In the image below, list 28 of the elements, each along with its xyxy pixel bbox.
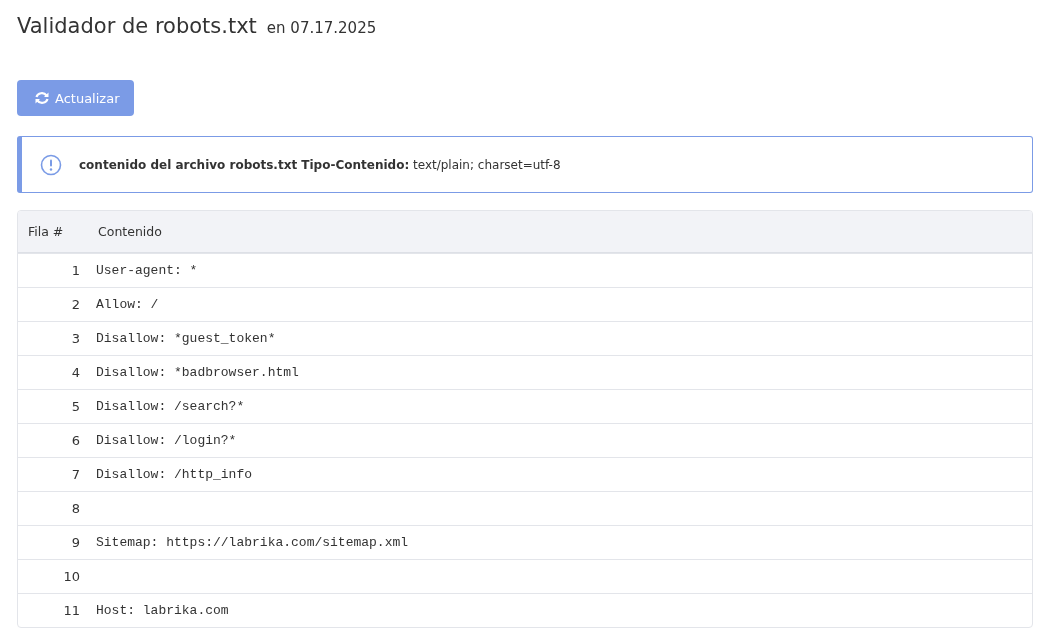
table-cell-text: Disallow: *badbrowser.html	[95, 365, 299, 380]
alert-text: contenido del archivo robots.txt Tipo-Contenido: text/plain; charset=utf-8	[79, 157, 561, 172]
refresh-button[interactable]: Actualizar	[17, 80, 135, 116]
line-number: 1	[70, 263, 81, 278]
column-header: Contenido	[98, 224, 162, 239]
line-number: 9	[70, 535, 81, 550]
column-header: Fila #	[27, 224, 65, 239]
table-cell-text: User-agent: *	[95, 263, 198, 278]
line-number: 10	[62, 569, 81, 584]
table-cell-text: Sitemap: https://labrika.com/sitemap.xml	[95, 535, 409, 550]
table-cell-text: Disallow: /search?*	[95, 399, 245, 414]
line-number: 3	[70, 331, 81, 346]
line-number: 2	[70, 297, 81, 312]
refresh-icon	[34, 91, 50, 105]
line-number: 11	[62, 603, 81, 618]
line-number: 5	[70, 399, 81, 414]
page-title: Validador de robots.txt	[17, 14, 257, 38]
date-label: en 07.17.2025	[266, 19, 377, 37]
line-number: 7	[70, 467, 81, 482]
table-cell-text: Disallow: /login?*	[95, 433, 237, 448]
info-icon	[40, 153, 62, 176]
table-cell-text: Disallow: /http_info	[95, 467, 253, 482]
line-number: 8	[70, 501, 81, 516]
line-number: 6	[70, 433, 81, 448]
table-cell-text: Host: labrika.com	[95, 603, 229, 618]
line-number: 4	[70, 365, 81, 380]
table-cell-text: Allow: /	[95, 297, 159, 312]
table-cell-text: Disallow: *guest_token*	[95, 331, 276, 346]
